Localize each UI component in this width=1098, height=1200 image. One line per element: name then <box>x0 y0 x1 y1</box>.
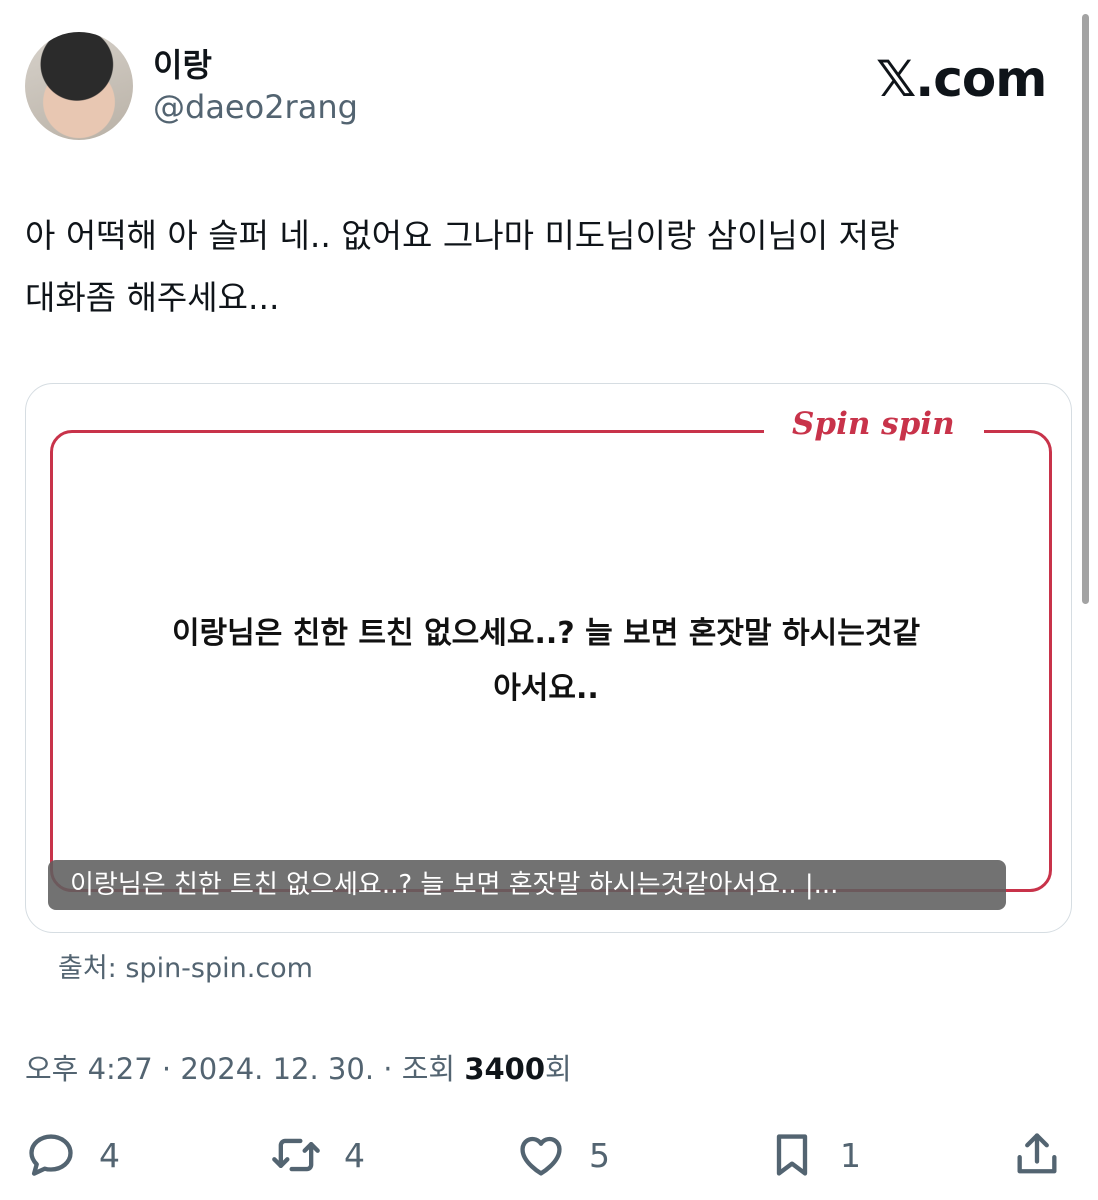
tweet-meta: 오후 4:27 · 2024. 12. 30. · 조회 3400회 <box>25 1052 572 1086</box>
author-display-name[interactable]: 이랑 <box>153 40 212 86</box>
reply-count: 4 <box>99 1135 120 1175</box>
heart-icon <box>520 1136 562 1176</box>
link-card[interactable]: Spin spin 이랑님은 친한 트친 없으세요..? 늘 보면 혼잣말 하시… <box>25 383 1072 933</box>
bookmark-count: 1 <box>840 1135 861 1175</box>
share-button[interactable] <box>1011 1120 1063 1190</box>
card-caption: 이랑님은 친한 트친 없으세요..? 늘 보면 혼잣말 하시는것같아서요.. |… <box>48 860 1006 910</box>
like-count: 5 <box>589 1135 610 1175</box>
tweet-text-line2: 대화좀 해주세요... <box>25 278 280 317</box>
retweet-button[interactable]: 4 <box>270 1120 365 1190</box>
bookmark-icon <box>776 1134 808 1176</box>
avatar[interactable] <box>25 32 133 140</box>
tweet-text-line1: 아 어떡해 아 슬퍼 네.. 없어요 그나마 미도님이랑 삼이님이 저랑 <box>25 216 900 255</box>
tweet-time[interactable]: 오후 4:27 <box>25 1052 153 1086</box>
retweet-count: 4 <box>344 1135 365 1175</box>
card-source[interactable]: 출처: spin-spin.com <box>58 946 313 985</box>
x-logo: 𝕏.com <box>876 50 1047 108</box>
bookmark-button[interactable]: 1 <box>766 1120 861 1190</box>
views-suffix: 회 <box>545 1052 572 1086</box>
action-bar: 4 4 5 1 <box>0 1120 1098 1190</box>
like-button[interactable]: 5 <box>515 1120 610 1190</box>
retweet-icon <box>272 1138 320 1172</box>
scrollbar[interactable] <box>1082 14 1089 604</box>
views-count: 3400 <box>464 1052 546 1086</box>
author-handle[interactable]: @daeo2rang <box>153 88 358 126</box>
reply-icon <box>29 1134 73 1176</box>
views-label: 조회 <box>401 1052 456 1086</box>
brand-logo: Spin spin <box>792 406 955 442</box>
card-question: 이랑님은 친한 트친 없으세요..? 늘 보면 혼잣말 하시는것같 아서요.. <box>106 606 986 716</box>
card-question-line2: 아서요.. <box>493 671 599 706</box>
tweet-text: 아 어떡해 아 슬퍼 네.. 없어요 그나마 미도님이랑 삼이님이 저랑 대화좀… <box>25 205 1065 329</box>
card-question-line1: 이랑님은 친한 트친 없으세요..? 늘 보면 혼잣말 하시는것같 <box>171 616 921 651</box>
tweet-date[interactable]: 2024. 12. 30. <box>180 1052 374 1086</box>
reply-button[interactable]: 4 <box>25 1120 120 1190</box>
share-icon <box>1017 1133 1057 1174</box>
